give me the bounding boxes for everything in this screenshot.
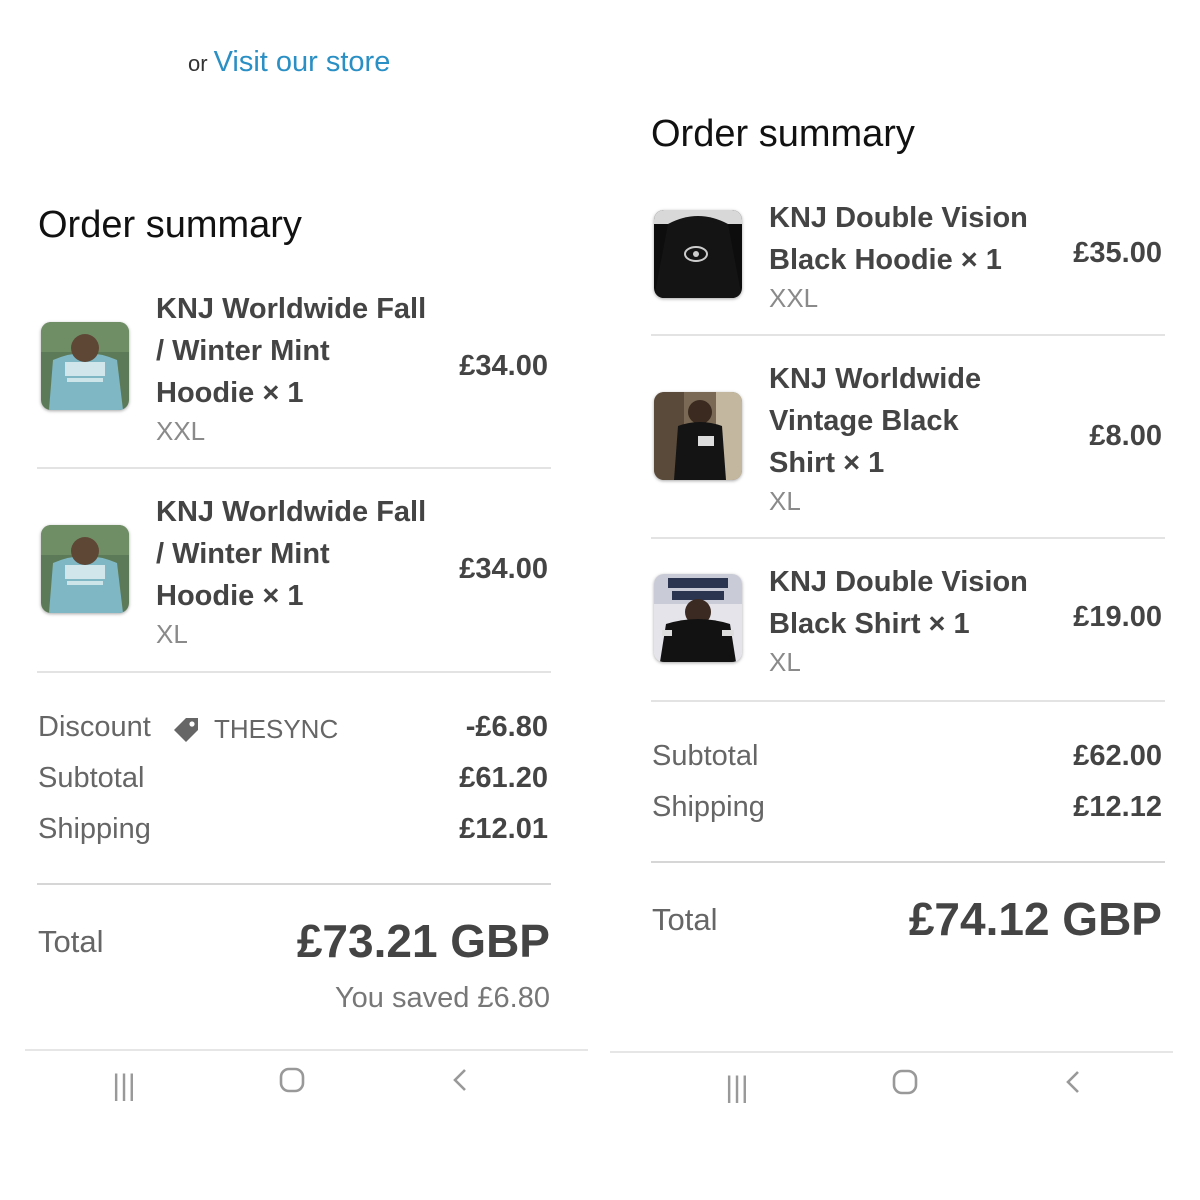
visit-store-line: or Visit our store — [188, 46, 390, 79]
item-variant: XXL — [156, 416, 206, 446]
subtotal-label: Subtotal — [652, 740, 759, 772]
shipping-label: Shipping — [38, 813, 151, 845]
divider — [37, 467, 551, 469]
savings-text: You saved £6.80 — [334, 982, 550, 1014]
subtotal-value: £61.20 — [459, 762, 548, 794]
product-thumbnail — [41, 525, 129, 613]
product-thumbnail — [654, 574, 742, 662]
total-value: £73.21 GBP — [296, 915, 550, 967]
subtotal-label: Subtotal — [38, 762, 145, 794]
total-label: Total — [38, 924, 104, 959]
back-icon[interactable] — [430, 1067, 490, 1101]
discount-label: Discount — [38, 711, 151, 743]
back-icon[interactable] — [1043, 1069, 1103, 1103]
item-name: KNJ Worldwide Vintage Black Shirt × 1 — [769, 363, 982, 479]
item-variant: XL — [769, 647, 801, 677]
item-variant: XXL — [769, 283, 819, 313]
recent-apps-icon[interactable]: ||| — [707, 1071, 767, 1105]
total-label: Total — [652, 902, 718, 937]
tag-icon — [174, 718, 198, 742]
order-summary-heading: Order summary — [651, 113, 915, 155]
total-value: £74.12 GBP — [908, 893, 1162, 945]
item-price: £34.00 — [459, 350, 548, 382]
shipping-value: £12.12 — [1073, 791, 1162, 823]
item-variant: XL — [156, 619, 188, 649]
divider — [651, 861, 1165, 863]
subtotal-value: £62.00 — [1073, 740, 1162, 772]
item-price: £19.00 — [1073, 601, 1162, 633]
order-summary-heading: Order summary — [38, 204, 302, 246]
item-price: £8.00 — [1089, 420, 1162, 452]
item-price: £34.00 — [459, 553, 548, 585]
product-thumbnail — [654, 392, 742, 480]
item-name: KNJ Worldwide Fall / Winter Mint Hoodie … — [156, 496, 427, 612]
or-text: or — [188, 51, 208, 76]
navbar-divider — [25, 1049, 588, 1051]
divider — [37, 883, 551, 885]
divider — [651, 334, 1165, 336]
item-price: £35.00 — [1073, 237, 1162, 269]
recent-apps-icon[interactable]: ||| — [94, 1069, 154, 1103]
discount-value: -£6.80 — [465, 711, 548, 743]
divider — [37, 671, 551, 673]
divider — [651, 537, 1165, 539]
shipping-value: £12.01 — [459, 813, 548, 845]
product-thumbnail — [41, 322, 129, 410]
navbar-divider — [610, 1051, 1173, 1053]
shipping-label: Shipping — [652, 791, 765, 823]
item-name: KNJ Worldwide Fall / Winter Mint Hoodie … — [156, 293, 427, 409]
item-name: KNJ Double Vision Black Hoodie × 1 — [769, 202, 1028, 276]
home-icon[interactable] — [262, 1067, 322, 1101]
item-variant: XL — [769, 486, 801, 516]
visit-store-link[interactable]: Visit our store — [214, 46, 391, 78]
divider — [651, 700, 1165, 702]
item-name: KNJ Double Vision Black Shirt × 1 — [769, 566, 1028, 640]
product-thumbnail — [654, 210, 742, 298]
discount-code: THESYNC — [214, 714, 339, 744]
home-icon[interactable] — [875, 1069, 935, 1103]
